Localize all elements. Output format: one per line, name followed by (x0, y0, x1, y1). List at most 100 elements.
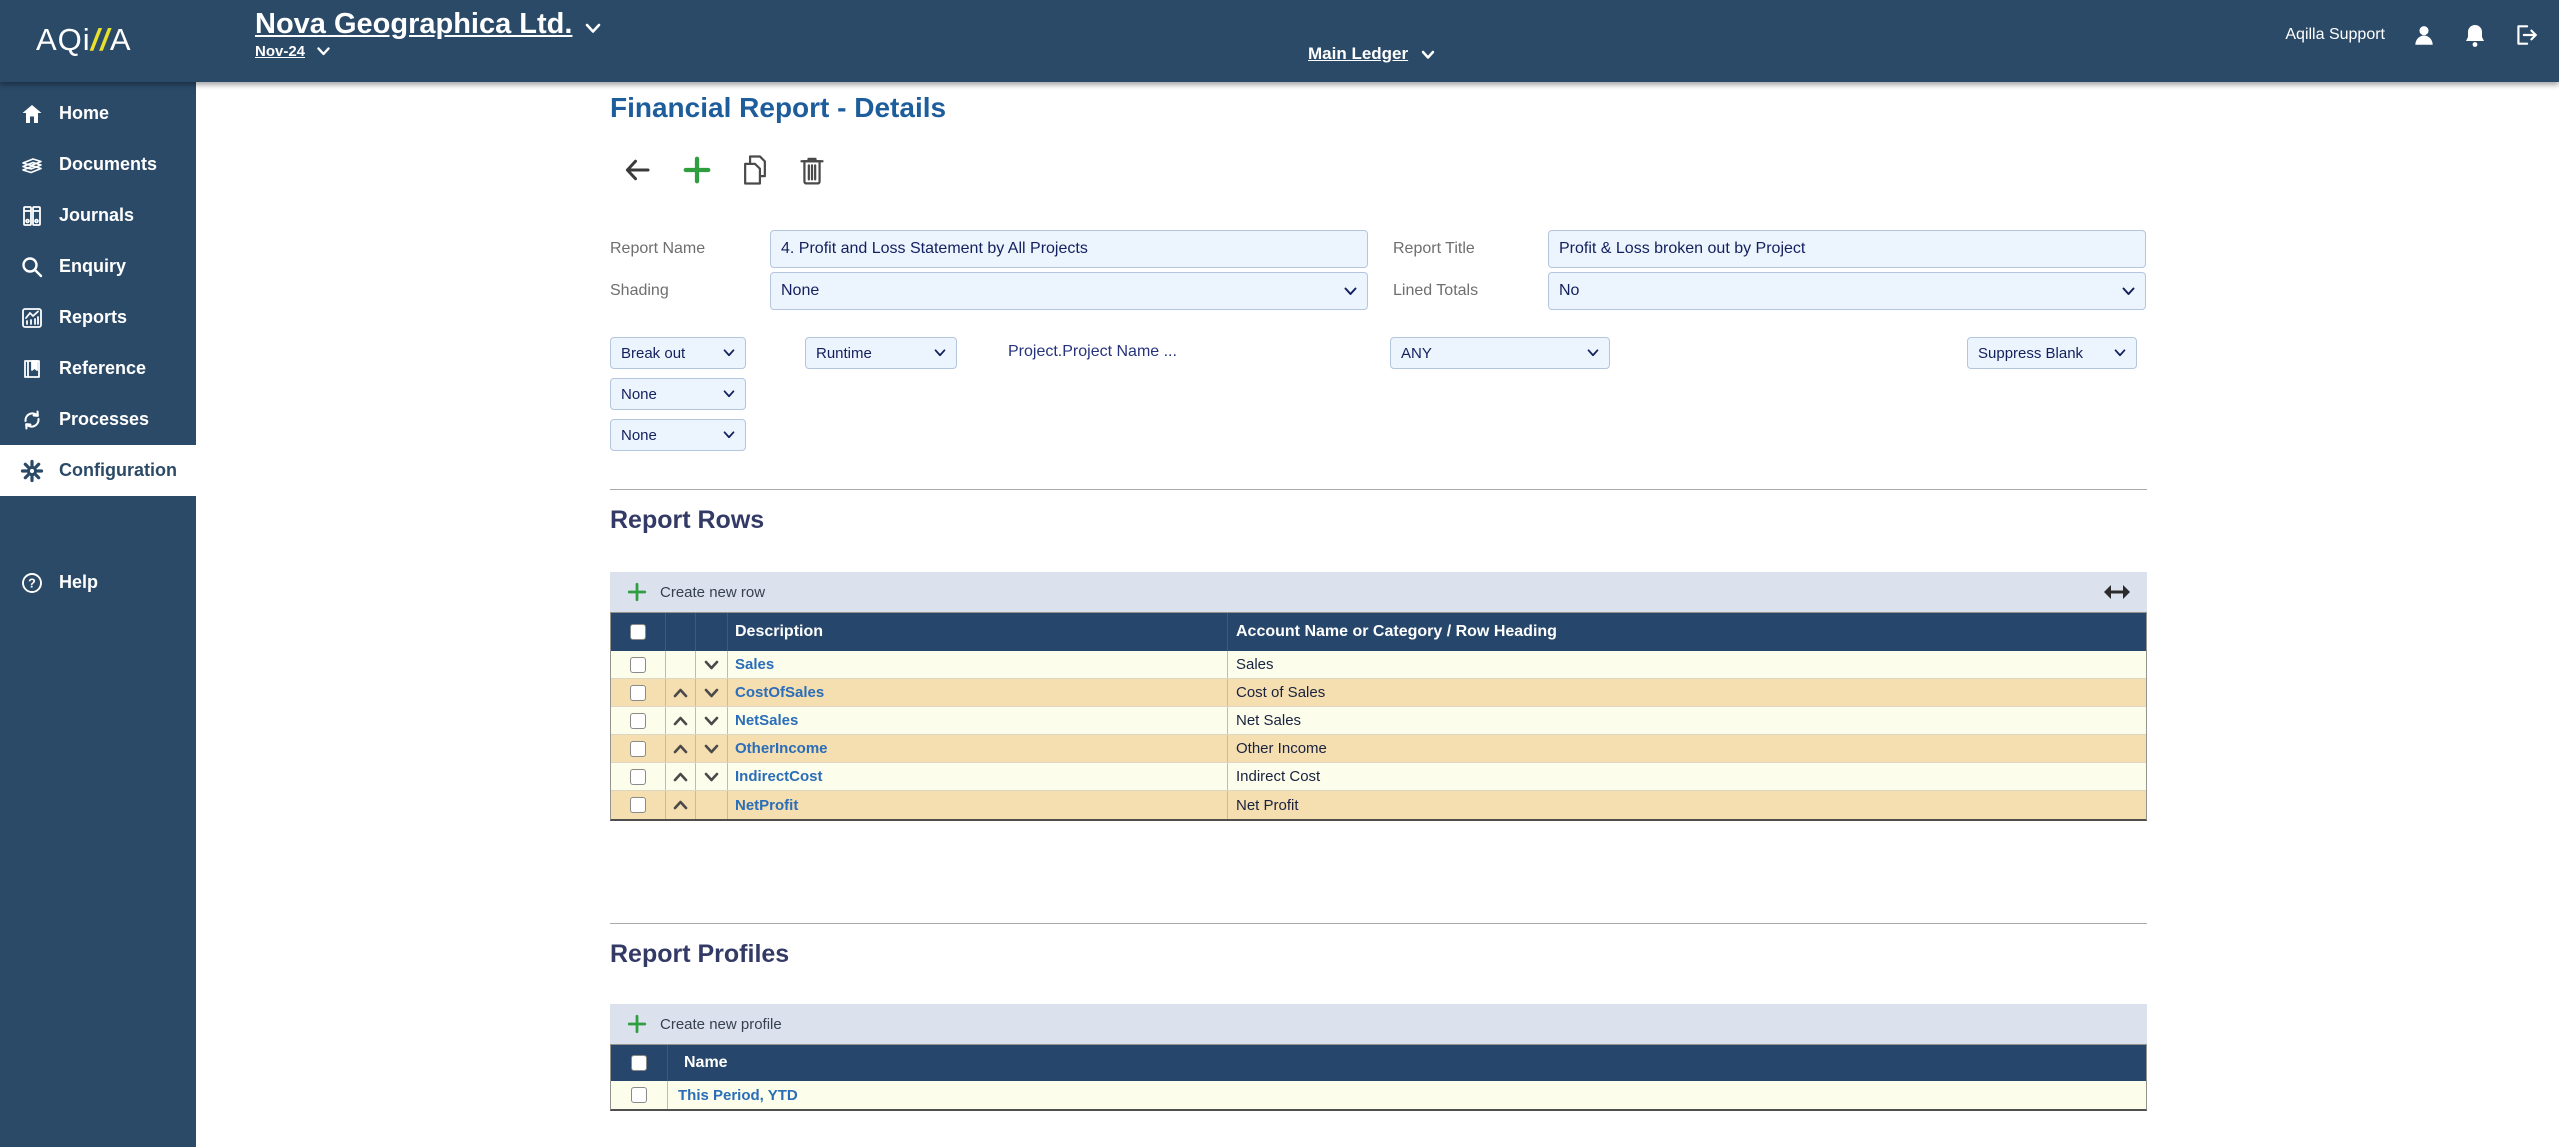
row-description-link[interactable]: NetSales (735, 712, 798, 729)
row-description-link[interactable]: CostOfSales (735, 684, 824, 701)
logo-text: AQi (36, 22, 91, 57)
none-select-1[interactable]: None (610, 378, 746, 410)
name-column-header: Name (668, 1045, 2146, 1081)
sidebar-item-label: Processes (59, 409, 149, 430)
copy-button[interactable] (740, 154, 770, 186)
none-value-2: None (621, 427, 657, 444)
chevron-down-icon[interactable] (585, 23, 601, 34)
logout-icon[interactable] (2513, 22, 2539, 48)
user-icon[interactable] (2411, 22, 2437, 48)
action-toolbar (622, 150, 826, 190)
move-up-icon[interactable] (673, 800, 688, 810)
move-down-icon[interactable] (704, 772, 719, 782)
logo-text-end: A (110, 22, 132, 57)
row-checkbox[interactable] (630, 685, 646, 701)
runtime-select[interactable]: Runtime (805, 337, 957, 369)
period-selector[interactable]: Nov-24 (255, 43, 305, 60)
create-new-row-label: Create new row (660, 584, 765, 601)
ledger-selector[interactable]: Main Ledger (1308, 44, 1408, 63)
suppress-blank-value: Suppress Blank (1978, 345, 2083, 362)
chart-icon (20, 306, 44, 330)
breakout-value: Break out (621, 345, 685, 362)
home-icon (20, 102, 44, 126)
ledger-block: Main Ledger (1308, 44, 1435, 64)
row-checkbox[interactable] (630, 657, 646, 673)
shading-select[interactable]: None (770, 272, 1368, 310)
move-up-icon[interactable] (673, 744, 688, 754)
sidebar-item-enquiry[interactable]: Enquiry (0, 241, 196, 292)
row-checkbox[interactable] (630, 797, 646, 813)
delete-button[interactable] (798, 154, 826, 186)
chevron-down-icon[interactable] (1421, 50, 1435, 60)
sidebar-item-reports[interactable]: Reports (0, 292, 196, 343)
sidebar-item-processes[interactable]: Processes (0, 394, 196, 445)
table-row: CostOfSales Cost of Sales (611, 679, 2146, 707)
table-row: NetSales Net Sales (611, 707, 2146, 735)
shading-value: None (781, 282, 819, 300)
breakout-select[interactable]: Break out (610, 337, 746, 369)
sidebar-item-label: Reference (59, 358, 146, 379)
app-window: AQi//A Nova Geographica Ltd. Nov-24 Main… (0, 0, 2559, 1147)
report-title-input[interactable] (1548, 230, 2146, 268)
move-up-column (666, 613, 696, 651)
sidebar-item-reference[interactable]: Reference (0, 343, 196, 394)
sidebar-item-home[interactable]: Home (0, 88, 196, 139)
sidebar-item-journals[interactable]: Journals (0, 190, 196, 241)
move-down-icon[interactable] (704, 716, 719, 726)
row-description-link[interactable]: IndirectCost (735, 768, 823, 785)
sidebar-item-documents[interactable]: Documents (0, 139, 196, 190)
select-all-profiles-checkbox[interactable] (631, 1055, 647, 1071)
notifications-bell-icon[interactable] (2463, 22, 2487, 48)
lined-totals-value: No (1559, 282, 1579, 300)
report-name-input[interactable] (770, 230, 1368, 268)
move-down-icon[interactable] (704, 744, 719, 754)
none-select-2[interactable]: None (610, 419, 746, 451)
select-all-checkbox[interactable] (630, 624, 646, 640)
create-new-row-button[interactable]: Create new row (626, 581, 765, 603)
chevron-down-icon (2122, 287, 2135, 296)
suppress-blank-select[interactable]: Suppress Blank (1967, 337, 2137, 369)
table-row: OtherIncome Other Income (611, 735, 2146, 763)
search-icon (20, 255, 44, 279)
chevron-down-icon (1587, 349, 1599, 357)
report-rows-toolbar: Create new row (610, 572, 2147, 612)
row-checkbox[interactable] (630, 713, 646, 729)
row-account-text: Cost of Sales (1236, 684, 1325, 701)
sidebar-item-configuration[interactable]: Configuration (0, 445, 196, 496)
chevron-down-icon (934, 349, 946, 357)
row-description-link[interactable]: NetProfit (735, 797, 798, 814)
page-title: Financial Report - Details (610, 92, 946, 124)
move-down-icon[interactable] (704, 660, 719, 670)
row-checkbox[interactable] (630, 741, 646, 757)
row-description-link[interactable]: OtherIncome (735, 740, 828, 757)
move-up-icon[interactable] (673, 688, 688, 698)
row-description-link[interactable]: Sales (735, 656, 774, 673)
report-profiles-table: Name This Period, YTD (610, 1044, 2147, 1111)
back-button[interactable] (622, 155, 654, 185)
move-down-icon[interactable] (704, 688, 719, 698)
create-new-profile-button[interactable]: Create new profile (626, 1013, 782, 1035)
help-icon: ? (20, 571, 44, 595)
sidebar-item-help[interactable]: ? Help (0, 557, 196, 608)
expand-columns-icon[interactable] (2103, 583, 2131, 601)
create-new-profile-label: Create new profile (660, 1016, 782, 1033)
section-divider (610, 489, 2147, 490)
row-checkbox[interactable] (631, 1087, 647, 1103)
chevron-down-icon (1344, 287, 1357, 296)
company-selector[interactable]: Nova Geographica Ltd. (255, 8, 572, 40)
move-down-column (696, 613, 728, 651)
move-up-icon[interactable] (673, 772, 688, 782)
report-profiles-body: This Period, YTD (611, 1081, 2146, 1109)
project-name-link[interactable]: Project.Project Name ... (1008, 343, 1177, 361)
chevron-down-icon[interactable] (317, 47, 330, 56)
row-checkbox[interactable] (630, 769, 646, 785)
lined-totals-select[interactable]: No (1548, 272, 2146, 310)
move-up-icon[interactable] (673, 716, 688, 726)
add-button[interactable] (682, 155, 712, 185)
user-area: Aqilla Support (2285, 22, 2539, 48)
any-select[interactable]: ANY (1390, 337, 1610, 369)
profile-name-link[interactable]: This Period, YTD (678, 1087, 798, 1104)
report-profiles-toolbar: Create new profile (610, 1004, 2147, 1044)
report-rows-heading: Report Rows (610, 506, 764, 535)
table-row: Sales Sales (611, 651, 2146, 679)
